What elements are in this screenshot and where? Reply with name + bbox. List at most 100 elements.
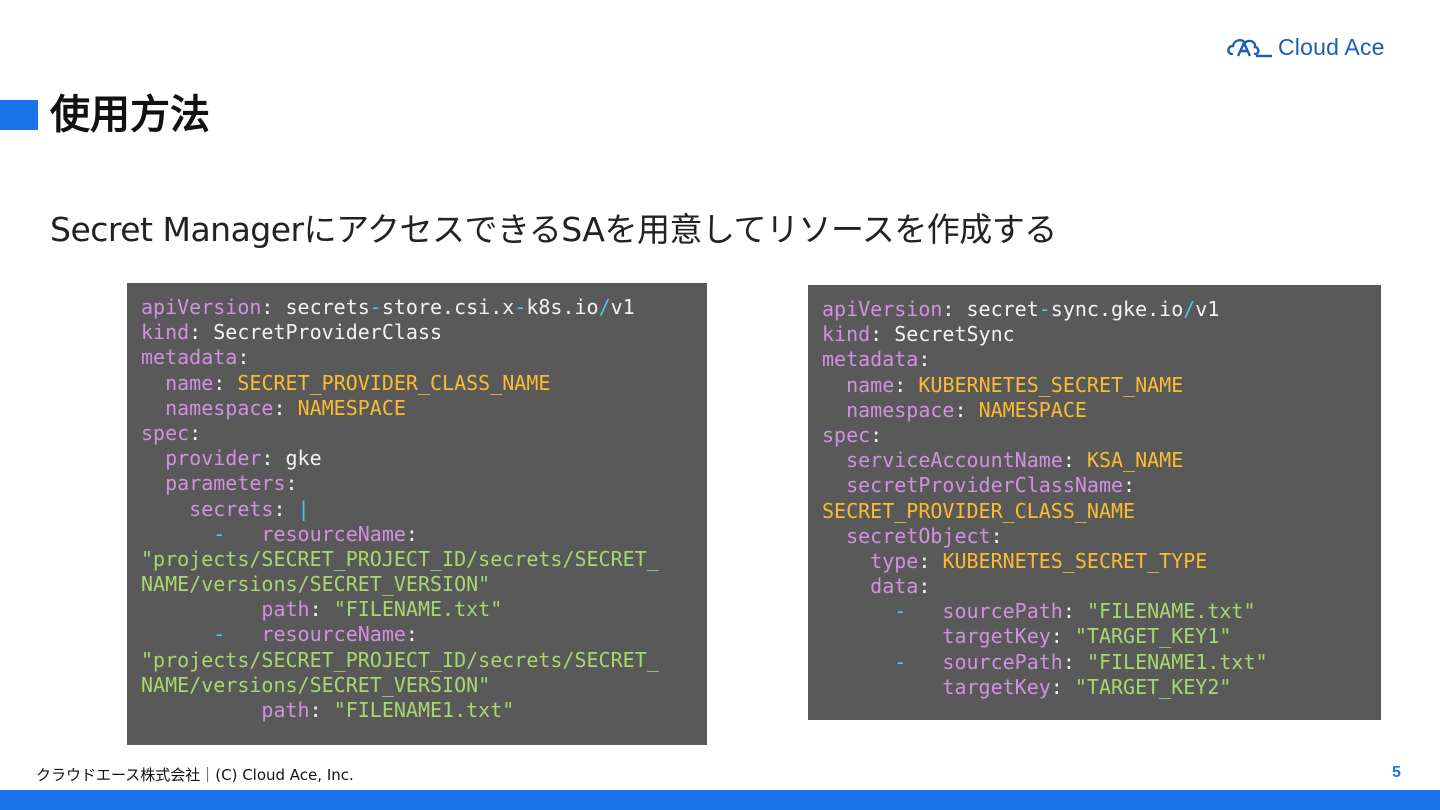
code-token: targetKey (942, 624, 1051, 649)
code-token: : (1050, 624, 1075, 649)
code-token: apiVersion (822, 297, 943, 321)
code-token: | (297, 496, 310, 521)
code-token: : (405, 521, 418, 546)
code-token: : (273, 496, 298, 521)
code-token: - (1038, 297, 1051, 321)
page-number: 5 (1392, 764, 1401, 781)
code-line: metadata: (141, 345, 707, 370)
code-line: kind: SecretSync (822, 322, 1381, 347)
cloud-ace-logo: Cloud Ace (1226, 32, 1402, 62)
code-line: - resourceName: (141, 522, 707, 547)
secret-provider-class-code-block: apiVersion: secrets-store.csi.x-k8s.io/v… (127, 283, 707, 745)
code-line: - sourcePath: "FILENAME1.txt" (822, 650, 1381, 675)
code-token: spec (141, 420, 190, 445)
code-token: targetKey (942, 674, 1051, 699)
code-token: : (309, 597, 334, 622)
code-token: - (894, 649, 907, 674)
code-token: : (990, 523, 1003, 548)
code-token: data (870, 574, 919, 599)
code-token: NAME/versions/SECRET_VERSION" (141, 672, 491, 697)
code-token: : (237, 345, 250, 370)
code-token: "FILENAME1.txt" (333, 698, 515, 722)
code-token: : SecretSync (870, 322, 1015, 347)
code-line: apiVersion: secret-sync.gke.io/v1 (822, 297, 1381, 322)
code-token: provider (165, 446, 262, 471)
code-line: path: "FILENAME1.txt" (141, 698, 707, 723)
logo-text: Cloud Ace (1278, 33, 1385, 60)
code-line: NAME/versions/SECRET_VERSION" (141, 572, 707, 597)
code-token: resourceName (261, 622, 406, 647)
code-line: spec: (822, 423, 1381, 448)
code-token: - (894, 599, 907, 624)
code-token: type (870, 548, 919, 573)
code-token: "TARGET_KEY2" (1074, 674, 1232, 699)
code-token: - (213, 622, 226, 647)
code-token: : (285, 471, 298, 496)
code-token: v1 (610, 295, 635, 319)
code-line: spec: (141, 421, 707, 446)
code-line: namespace: NAMESPACE (822, 398, 1381, 423)
code-token: : secret (942, 297, 1039, 321)
code-token: "FILENAME1.txt" (1086, 649, 1268, 674)
code-token: sourcePath (942, 649, 1063, 674)
code-line: namespace: NAMESPACE (141, 396, 707, 421)
code-line: - resourceName: (141, 622, 707, 647)
code-line: apiVersion: secrets-store.csi.x-k8s.io/v… (141, 295, 707, 320)
code-line: name: SECRET_PROVIDER_CLASS_NAME (141, 371, 707, 396)
code-line: metadata: (822, 347, 1381, 372)
code-token: : (918, 574, 931, 599)
code-token: NAMESPACE (978, 397, 1087, 422)
code-token: serviceAccountName (846, 448, 1063, 473)
bottom-accent-bar (0, 790, 1440, 810)
code-token: : (954, 397, 979, 422)
code-token: : secrets (261, 295, 370, 319)
code-line: targetKey: "TARGET_KEY1" (822, 624, 1381, 649)
code-token: parameters (165, 471, 286, 496)
code-token: kind (822, 322, 871, 347)
code-token: : gke (261, 446, 322, 471)
code-token: sync.gke.io (1050, 297, 1184, 321)
code-token: - (213, 521, 226, 546)
code-token: store.csi.x (381, 295, 515, 319)
code-token: metadata (141, 345, 238, 370)
code-token: : (1123, 473, 1136, 498)
code-token: SECRET_PROVIDER_CLASS_NAME (822, 498, 1136, 523)
code-token: : (1050, 674, 1075, 699)
code-token: : (1062, 649, 1087, 674)
code-line: provider: gke (141, 446, 707, 471)
code-token: secretObject (846, 523, 991, 548)
code-line: targetKey: "TARGET_KEY2" (822, 675, 1381, 700)
code-token: : (918, 347, 931, 372)
code-token: metadata (822, 347, 919, 372)
code-line: secretObject: (822, 524, 1381, 549)
code-token: name (846, 372, 895, 397)
code-line: SECRET_PROVIDER_CLASS_NAME (822, 499, 1381, 524)
code-token: : SecretProviderClass (189, 320, 443, 345)
code-token: - (514, 295, 527, 319)
code-token: name (165, 370, 214, 395)
code-token: - (369, 295, 382, 319)
code-token: NAME/versions/SECRET_VERSION" (141, 572, 491, 597)
code-token: : (1062, 599, 1087, 624)
code-line: secretProviderClassName: (822, 473, 1381, 498)
code-token: : (213, 370, 238, 395)
code-line: "projects/SECRET_PROJECT_ID/secrets/SECR… (141, 648, 707, 673)
code-token: v1 (1195, 297, 1220, 321)
code-line: NAME/versions/SECRET_VERSION" (141, 673, 707, 698)
